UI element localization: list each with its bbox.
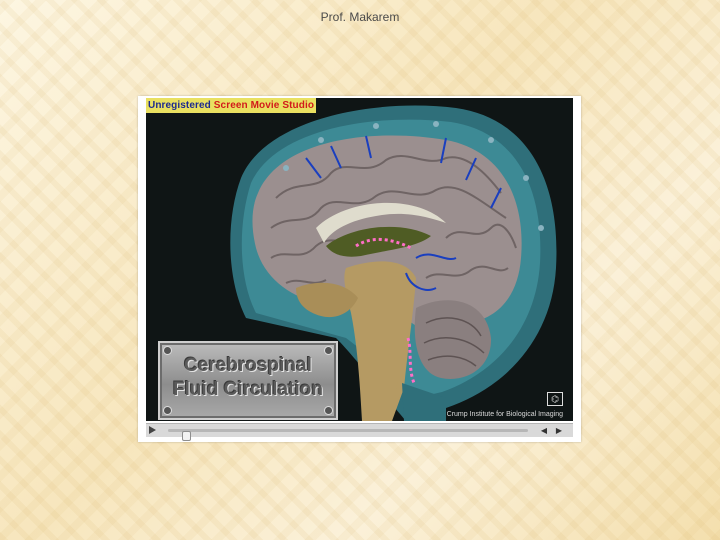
watermark-rest: Screen Movie Studio — [213, 100, 315, 111]
slide-author: Prof. Makarem — [320, 10, 400, 24]
watermark: Unregistered Screen Movie Studio — [146, 98, 317, 113]
title-line-1: Cerebrospinal — [184, 355, 312, 376]
screw-icon — [163, 346, 172, 355]
screw-icon — [324, 406, 333, 415]
play-icon[interactable] — [149, 426, 156, 434]
forward-icon[interactable]: ▶ — [553, 426, 565, 435]
watermark-prefix: Unregistered — [148, 100, 211, 111]
title-line-2: Fluid Circulation — [173, 379, 323, 400]
screw-icon — [324, 346, 333, 355]
rewind-icon[interactable]: ◀ — [538, 426, 550, 435]
institute-logo-icon: ⌬ — [547, 392, 563, 406]
video-player: Unregistered Screen Movie Studio Cerebro… — [138, 96, 581, 442]
player-controls: ◀ ▶ — [146, 423, 573, 441]
video-frame[interactable]: Unregistered Screen Movie Studio Cerebro… — [146, 98, 573, 421]
title-plate: Cerebrospinal Fluid Circulation — [158, 341, 338, 420]
seek-bar[interactable] — [168, 429, 528, 441]
seek-thumb[interactable] — [182, 431, 191, 441]
screw-icon — [163, 406, 172, 415]
video-credit: Crump Institute for Biological Imaging — [446, 411, 563, 418]
